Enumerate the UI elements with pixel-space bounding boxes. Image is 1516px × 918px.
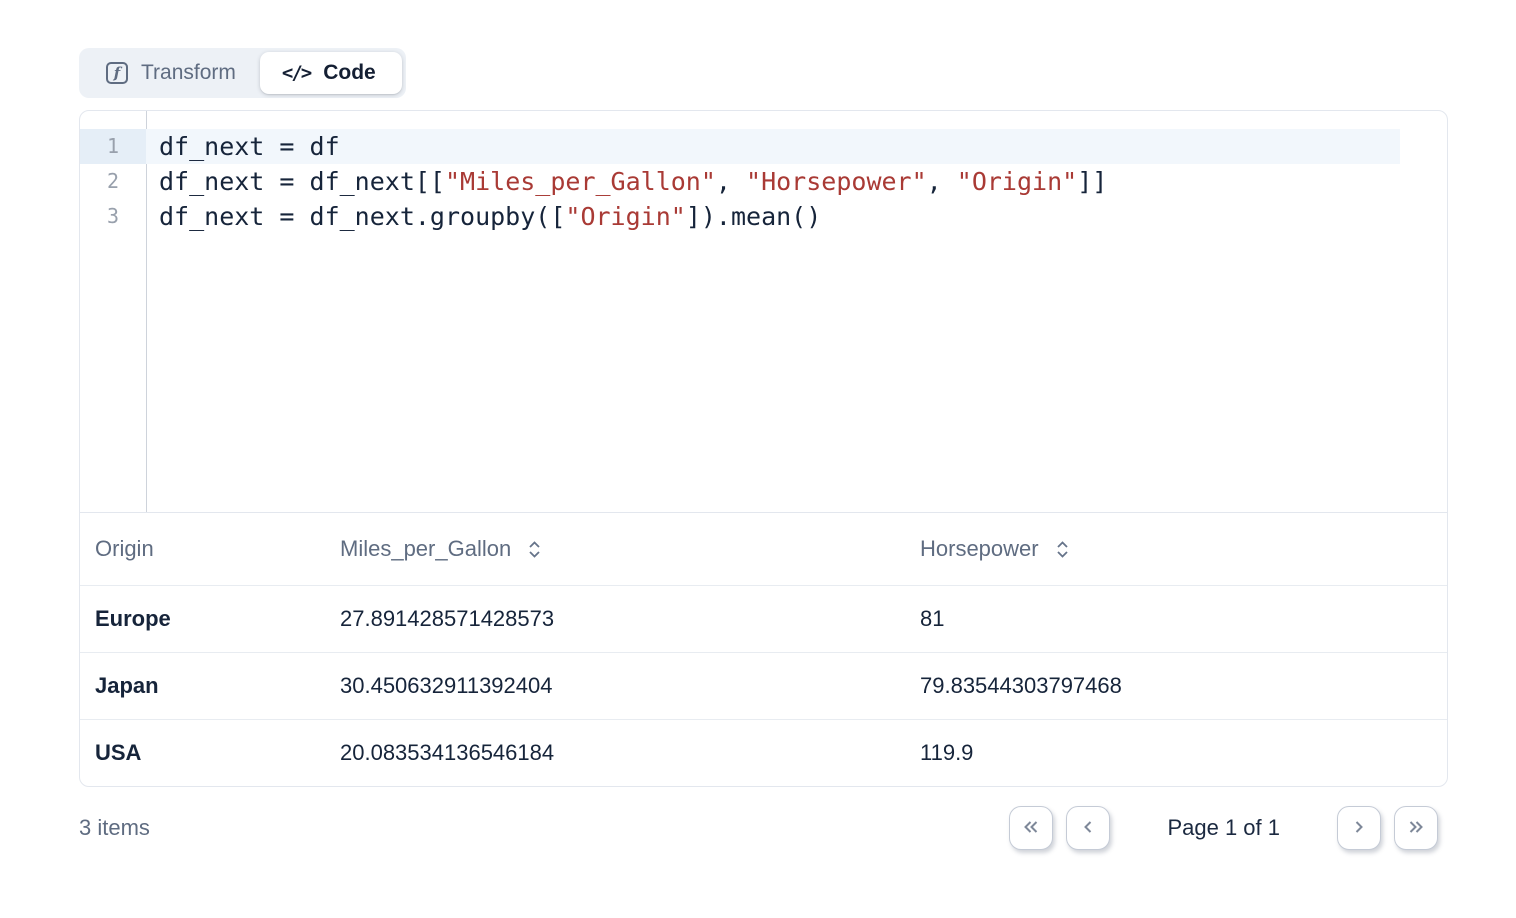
column-header-label: Origin (95, 536, 154, 562)
code-line[interactable]: 3df_next = df_next.groupby(["Origin"]).m… (80, 199, 1447, 234)
page-indicator: Page 1 of 1 (1167, 815, 1280, 841)
table-row: Europe 27.891428571428573 81 (80, 585, 1447, 652)
cell-horsepower: 81 (905, 606, 1447, 632)
code-icon: </> (282, 62, 310, 84)
code-line-text: df_next = df_next.groupby(["Origin"]).me… (146, 199, 1447, 234)
chevron-left-icon (1078, 817, 1098, 840)
column-header-horsepower: Horsepower (905, 536, 1447, 562)
table-row: USA 20.083534136546184 119.9 (80, 719, 1447, 786)
line-number: 2 (80, 164, 146, 199)
cell-origin: USA (80, 740, 325, 766)
cell-horsepower: 79.83544303797468 (905, 673, 1447, 699)
sort-icon[interactable] (1054, 539, 1071, 560)
cell-miles-per-gallon: 30.450632911392404 (325, 673, 905, 699)
double-chevron-right-icon (1405, 817, 1427, 840)
last-page-button[interactable] (1394, 806, 1438, 850)
tab-bar: f Transform </> Code (79, 48, 406, 98)
code-line-text: df_next = df_next[["Miles_per_Gallon", "… (146, 164, 1447, 199)
first-page-button[interactable] (1009, 806, 1053, 850)
cell-origin: Europe (80, 606, 325, 632)
tab-code[interactable]: </> Code (260, 52, 402, 94)
table-header-row: Origin Miles_per_Gallon Horsepower (80, 512, 1447, 585)
next-page-button[interactable] (1337, 806, 1381, 850)
sort-icon[interactable] (526, 539, 543, 560)
tab-code-label: Code (323, 61, 376, 85)
table-row: Japan 30.450632911392404 79.835443037974… (80, 652, 1447, 719)
code-line-active[interactable]: 1df_next = df (80, 129, 1447, 164)
code-line-text: df_next = df (146, 129, 1400, 164)
code-editor[interactable]: 1df_next = df2df_next = df_next[["Miles_… (80, 111, 1447, 512)
pagination: Page 1 of 1 (1009, 806, 1448, 850)
function-icon: f (106, 62, 128, 84)
items-count: 3 items (79, 815, 150, 841)
cell-horsepower: 119.9 (905, 740, 1447, 766)
tab-transform-label: Transform (141, 61, 236, 85)
code-and-table-card: 1df_next = df2df_next = df_next[["Miles_… (79, 110, 1448, 787)
column-header-miles-per-gallon: Miles_per_Gallon (325, 536, 905, 562)
cell-miles-per-gallon: 20.083534136546184 (325, 740, 905, 766)
cell-origin: Japan (80, 673, 325, 699)
column-header-origin: Origin (80, 536, 325, 562)
tab-transform[interactable]: f Transform (79, 52, 256, 94)
previous-page-button[interactable] (1066, 806, 1110, 850)
code-line[interactable]: 2df_next = df_next[["Miles_per_Gallon", … (80, 164, 1447, 199)
line-number: 3 (80, 199, 146, 234)
double-chevron-left-icon (1020, 817, 1042, 840)
chevron-right-icon (1349, 817, 1369, 840)
column-header-label: Miles_per_Gallon (340, 536, 511, 562)
line-number: 1 (80, 129, 146, 164)
page: f Transform </> Code 1df_next = df2df_ne… (0, 0, 1516, 850)
cell-miles-per-gallon: 27.891428571428573 (325, 606, 905, 632)
table-footer: 3 items Page 1 of 1 (79, 787, 1448, 850)
column-header-label: Horsepower (920, 536, 1039, 562)
